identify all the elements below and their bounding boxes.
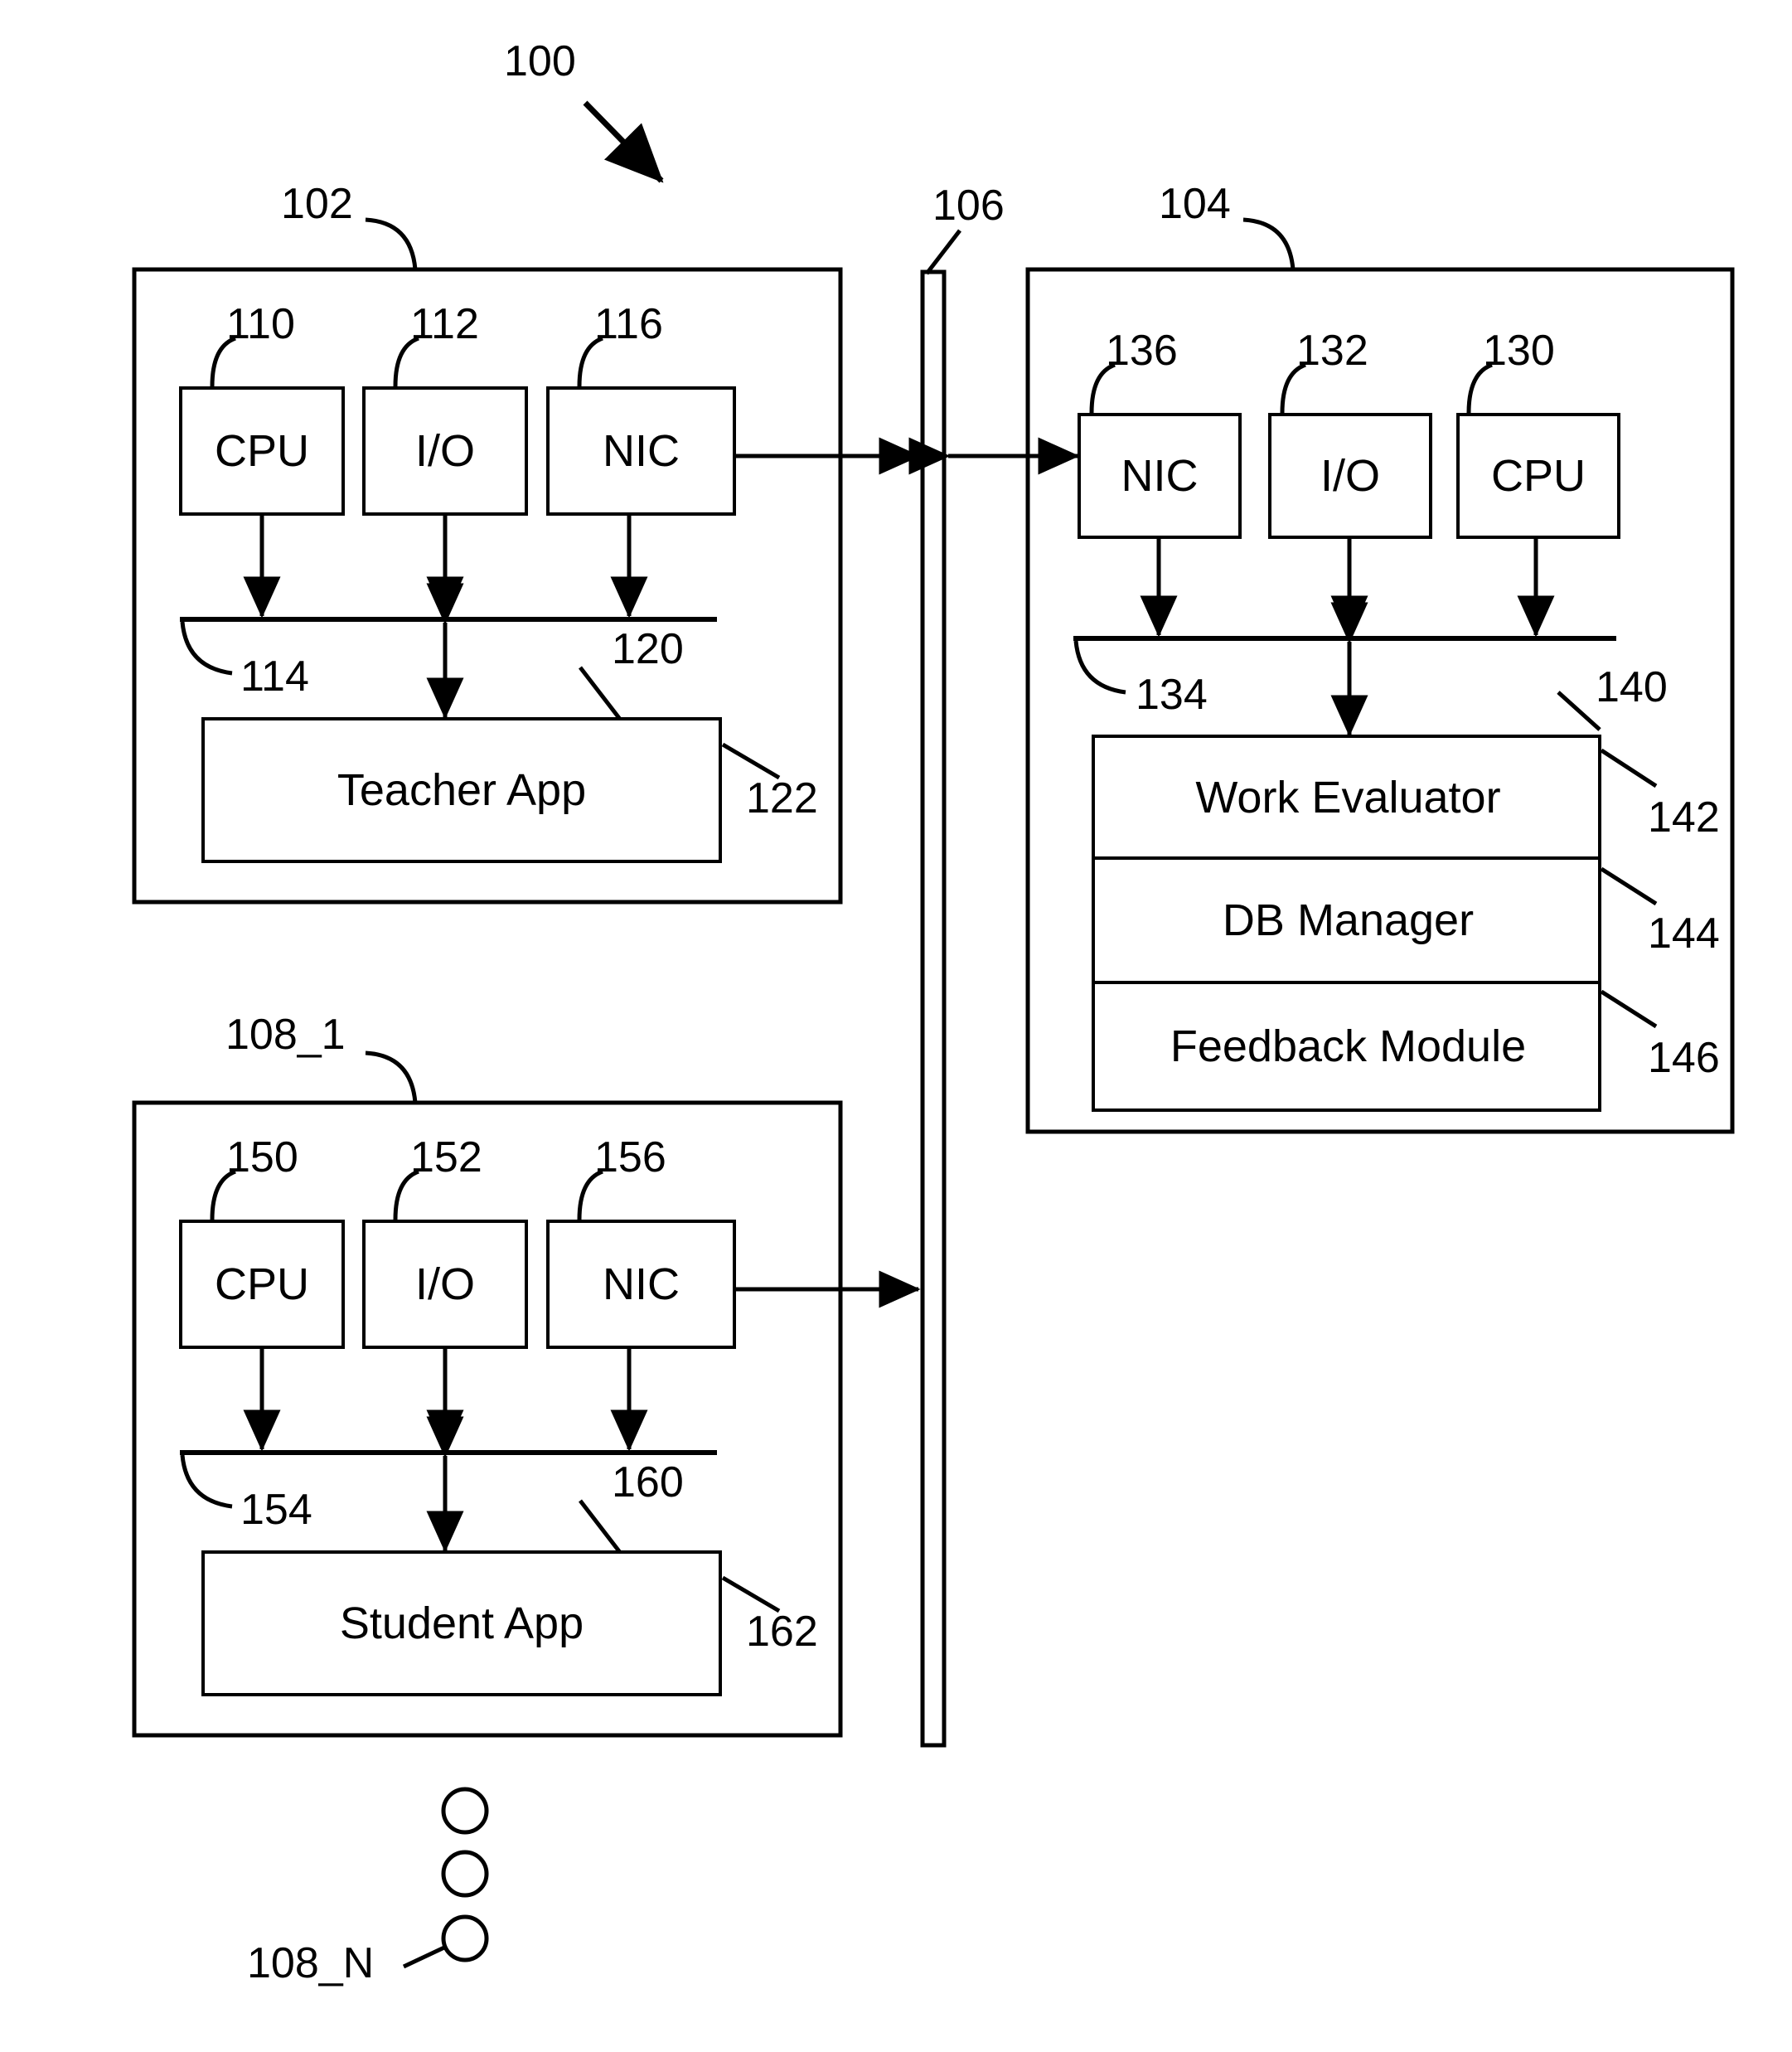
server-nic-label: NIC [1121, 451, 1199, 501]
student-cpu-block[interactable]: CPU [179, 1220, 345, 1349]
student-nic-label: NIC [603, 1259, 680, 1309]
leader-102 [365, 217, 418, 270]
leader-154 [180, 1454, 233, 1509]
ref-120: 120 [612, 625, 684, 673]
ref-154: 154 [240, 1486, 312, 1534]
ref-150: 150 [226, 1133, 298, 1181]
leader-122 [721, 742, 781, 780]
leader-140 [1557, 691, 1601, 731]
server-io-label: I/O [1320, 451, 1380, 501]
leader-114 [180, 621, 233, 676]
student-app-label: Student App [339, 1598, 584, 1648]
leader-120 [579, 666, 623, 723]
server-cpu-block[interactable]: CPU [1456, 413, 1620, 539]
ref-116: 116 [594, 300, 663, 348]
student-app-block[interactable]: Student App [201, 1550, 722, 1696]
ref-network-106: 106 [932, 182, 1005, 230]
feedback-module[interactable]: Feedback Module [1095, 984, 1601, 1108]
ref-122: 122 [746, 774, 818, 822]
student-io-block[interactable]: I/O [362, 1220, 528, 1349]
ellipsis-circle-1 [441, 1787, 489, 1835]
network-bus-outline [920, 269, 947, 1748]
leader-104 [1242, 217, 1296, 270]
system-pointer-arrow [583, 100, 664, 183]
ref-156: 156 [594, 1133, 666, 1181]
ref-152: 152 [410, 1133, 482, 1181]
work-evaluator-label: Work Evaluator [1195, 772, 1501, 822]
ref-130: 130 [1483, 327, 1555, 375]
teacher-app-block[interactable]: Teacher App [201, 717, 722, 863]
server-io-block[interactable]: I/O [1268, 413, 1432, 539]
teacher-cpu-label: CPU [214, 426, 309, 476]
server-nic-block[interactable]: NIC [1078, 413, 1242, 539]
ref-132: 132 [1296, 327, 1368, 375]
leader-108-1 [365, 1050, 418, 1104]
teacher-cpu-block[interactable]: CPU [179, 386, 345, 516]
ref-160: 160 [612, 1458, 684, 1506]
ref-server-104: 104 [1159, 180, 1231, 228]
leader-146 [1600, 989, 1658, 1029]
leader-160 [579, 1499, 623, 1556]
ref-system-100: 100 [504, 37, 576, 85]
db-manager-module[interactable]: DB Manager [1095, 860, 1601, 984]
leader-134 [1073, 640, 1126, 695]
ref-110: 110 [226, 300, 295, 348]
ref-student-device-108-1: 108_1 [225, 1011, 346, 1059]
teacher-nic-block[interactable]: NIC [546, 386, 736, 516]
ref-108-n: 108_N [247, 1939, 375, 1987]
patent-figure: 100 102 110 112 116 114 120 122 106 104 … [0, 0, 1792, 2052]
ref-146: 146 [1648, 1034, 1720, 1082]
leader-108-n [402, 1944, 448, 1969]
ref-140: 140 [1596, 663, 1668, 711]
db-manager-label: DB Manager [1222, 895, 1475, 945]
work-evaluator-module[interactable]: Work Evaluator [1095, 738, 1601, 860]
feedback-module-label: Feedback Module [1170, 1021, 1527, 1071]
ref-114: 114 [240, 652, 309, 701]
student-cpu-label: CPU [214, 1259, 309, 1309]
leader-144 [1600, 866, 1658, 906]
ref-142: 142 [1648, 793, 1720, 842]
ref-136: 136 [1106, 327, 1178, 375]
leader-142 [1600, 748, 1658, 788]
student-nic-block[interactable]: NIC [546, 1220, 736, 1349]
teacher-app-label: Teacher App [337, 765, 587, 815]
ellipsis-circle-3 [441, 1914, 489, 1962]
teacher-nic-label: NIC [603, 426, 680, 476]
student-io-label: I/O [414, 1259, 475, 1309]
ref-teacher-device-102: 102 [281, 180, 353, 228]
teacher-io-block[interactable]: I/O [362, 386, 528, 516]
ref-144: 144 [1648, 910, 1720, 958]
ellipsis-circle-2 [441, 1850, 489, 1898]
leader-106 [925, 229, 961, 275]
ref-162: 162 [746, 1608, 818, 1656]
server-module-stack: Work Evaluator DB Manager Feedback Modul… [1092, 735, 1601, 1112]
teacher-io-label: I/O [414, 426, 475, 476]
server-cpu-label: CPU [1490, 451, 1586, 501]
ref-112: 112 [410, 300, 479, 348]
ref-134: 134 [1136, 671, 1208, 719]
leader-162 [721, 1575, 781, 1613]
